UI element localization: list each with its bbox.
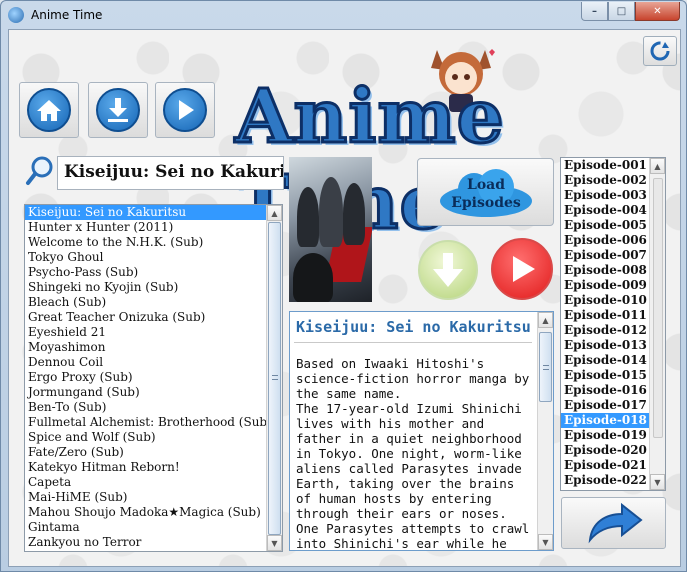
episode-list[interactable]: Episode-001 Episode-002 Episode-003 Episode… bbox=[560, 157, 666, 491]
scroll-down-arrow-icon[interactable]: ▼ bbox=[267, 535, 282, 551]
scroll-down-arrow-icon[interactable]: ▼ bbox=[538, 534, 553, 550]
anime-list-item[interactable]: Moyashimon bbox=[25, 340, 282, 355]
anime-list-item[interactable]: Capeta bbox=[25, 475, 282, 490]
description-body: Based on Iwaaki Hitoshi's science-fictio… bbox=[296, 356, 532, 551]
anime-list-item[interactable]: Psycho-Pass (Sub) bbox=[25, 265, 282, 280]
description-scrollbar[interactable]: ▲ ▼ bbox=[537, 312, 553, 550]
download-episode-button[interactable] bbox=[418, 240, 478, 300]
forward-arrow-icon bbox=[588, 502, 643, 544]
anime-list-item[interactable]: Kiseijuu: Sei no Kakuritsu bbox=[25, 205, 282, 220]
anime-poster bbox=[289, 157, 372, 302]
anime-list-item[interactable]: Katekyo Hitman Reborn! bbox=[25, 460, 282, 475]
description-paragraph-1: Based on Iwaaki Hitoshi's science-fictio… bbox=[296, 356, 530, 401]
load-episodes-button[interactable]: Load Episodes bbox=[417, 158, 554, 226]
home-button[interactable] bbox=[19, 82, 79, 138]
home-icon bbox=[27, 88, 71, 132]
search-icon[interactable] bbox=[25, 155, 55, 187]
play-icon bbox=[163, 88, 207, 132]
anime-list-item[interactable]: Shingeki no Kyojin (Sub) bbox=[25, 280, 282, 295]
play-button[interactable] bbox=[155, 82, 215, 138]
maximize-button[interactable]: □ bbox=[608, 2, 635, 21]
anime-list-item[interactable]: Ergo Proxy (Sub) bbox=[25, 370, 282, 385]
search-input[interactable]: Kiseijuu: Sei no Kakuritsu bbox=[57, 156, 284, 190]
description-title: Kiseijuu: Sei no Kakuritsu bbox=[296, 318, 531, 336]
play-episode-button[interactable] bbox=[491, 238, 553, 300]
scroll-up-arrow-icon[interactable]: ▲ bbox=[267, 205, 282, 221]
anime-list-item[interactable]: Tokyo Ghoul bbox=[25, 250, 282, 265]
description-panel[interactable]: Kiseijuu: Sei no Kakuritsu Based on Iwaa… bbox=[289, 311, 554, 551]
anime-list-item[interactable]: Mai-HiME (Sub) bbox=[25, 490, 282, 505]
anime-list-item[interactable]: Welcome to the N.H.K. (Sub) bbox=[25, 235, 282, 250]
anime-list-item[interactable]: Fate/Zero (Sub) bbox=[25, 445, 282, 460]
download-button[interactable] bbox=[88, 82, 148, 138]
next-button[interactable] bbox=[561, 497, 666, 549]
anime-list-item[interactable]: Jormungand (Sub) bbox=[25, 385, 282, 400]
scroll-thumb[interactable] bbox=[539, 332, 552, 402]
scroll-up-arrow-icon[interactable]: ▲ bbox=[650, 158, 665, 174]
anime-list-scrollbar[interactable]: ▲ ▼ bbox=[266, 205, 282, 551]
anime-list-item[interactable]: Great Teacher Onizuka (Sub) bbox=[25, 310, 282, 325]
window-controls: – □ ✕ bbox=[581, 2, 680, 21]
anime-list-item[interactable]: Bleach (Sub) bbox=[25, 295, 282, 310]
anime-list-item[interactable]: Mahou Shoujo Madoka★Magica (Sub) bbox=[25, 505, 282, 520]
scroll-thumb[interactable] bbox=[268, 222, 281, 535]
scroll-thumb[interactable] bbox=[653, 178, 663, 438]
download-icon bbox=[96, 88, 140, 132]
app-logo: Anime Time bbox=[233, 49, 680, 248]
title-bar[interactable]: Anime Time – □ ✕ bbox=[1, 1, 686, 29]
description-paragraph-2: The 17-year-old Izumi Shinichi lives wit… bbox=[296, 401, 530, 551]
anime-list-item[interactable]: Gintama bbox=[25, 520, 282, 535]
anime-list-item[interactable]: Dennou Coil bbox=[25, 355, 282, 370]
scroll-down-arrow-icon[interactable]: ▼ bbox=[650, 474, 665, 490]
play-icon bbox=[513, 256, 535, 282]
description-divider bbox=[294, 342, 532, 343]
anime-list-item[interactable]: Eyeshield 21 bbox=[25, 325, 282, 340]
main-panel: Anime Time Kiseijuu: Sei no Kakuritsu Ki… bbox=[8, 29, 681, 567]
anime-list-item[interactable]: Fullmetal Alchemist: Brotherhood (Sub) bbox=[25, 415, 282, 430]
down-arrow-icon bbox=[433, 253, 463, 287]
episode-list-scrollbar[interactable]: ▲ ▼ bbox=[649, 158, 665, 490]
anime-list-item[interactable]: Hunter x Hunter (2011) bbox=[25, 220, 282, 235]
anime-list-item[interactable]: Zankyou no Terror bbox=[25, 535, 282, 550]
load-episodes-label: Load Episodes bbox=[451, 177, 521, 211]
window-title: Anime Time bbox=[31, 8, 103, 22]
app-icon bbox=[8, 7, 24, 23]
anime-list-items: Kiseijuu: Sei no Kakuritsu Hunter x Hunte… bbox=[25, 205, 282, 550]
anime-list[interactable]: Kiseijuu: Sei no Kakuritsu Hunter x Hunte… bbox=[24, 204, 283, 552]
anime-list-item[interactable]: Spice and Wolf (Sub) bbox=[25, 430, 282, 445]
close-button[interactable]: ✕ bbox=[635, 2, 680, 21]
minimize-button[interactable]: – bbox=[581, 2, 608, 21]
scroll-up-arrow-icon[interactable]: ▲ bbox=[538, 312, 553, 328]
app-window: Anime Time – □ ✕ Anime Kiseijuu: Sei no … bbox=[0, 0, 687, 572]
anime-list-item[interactable]: Ben-To (Sub) bbox=[25, 400, 282, 415]
